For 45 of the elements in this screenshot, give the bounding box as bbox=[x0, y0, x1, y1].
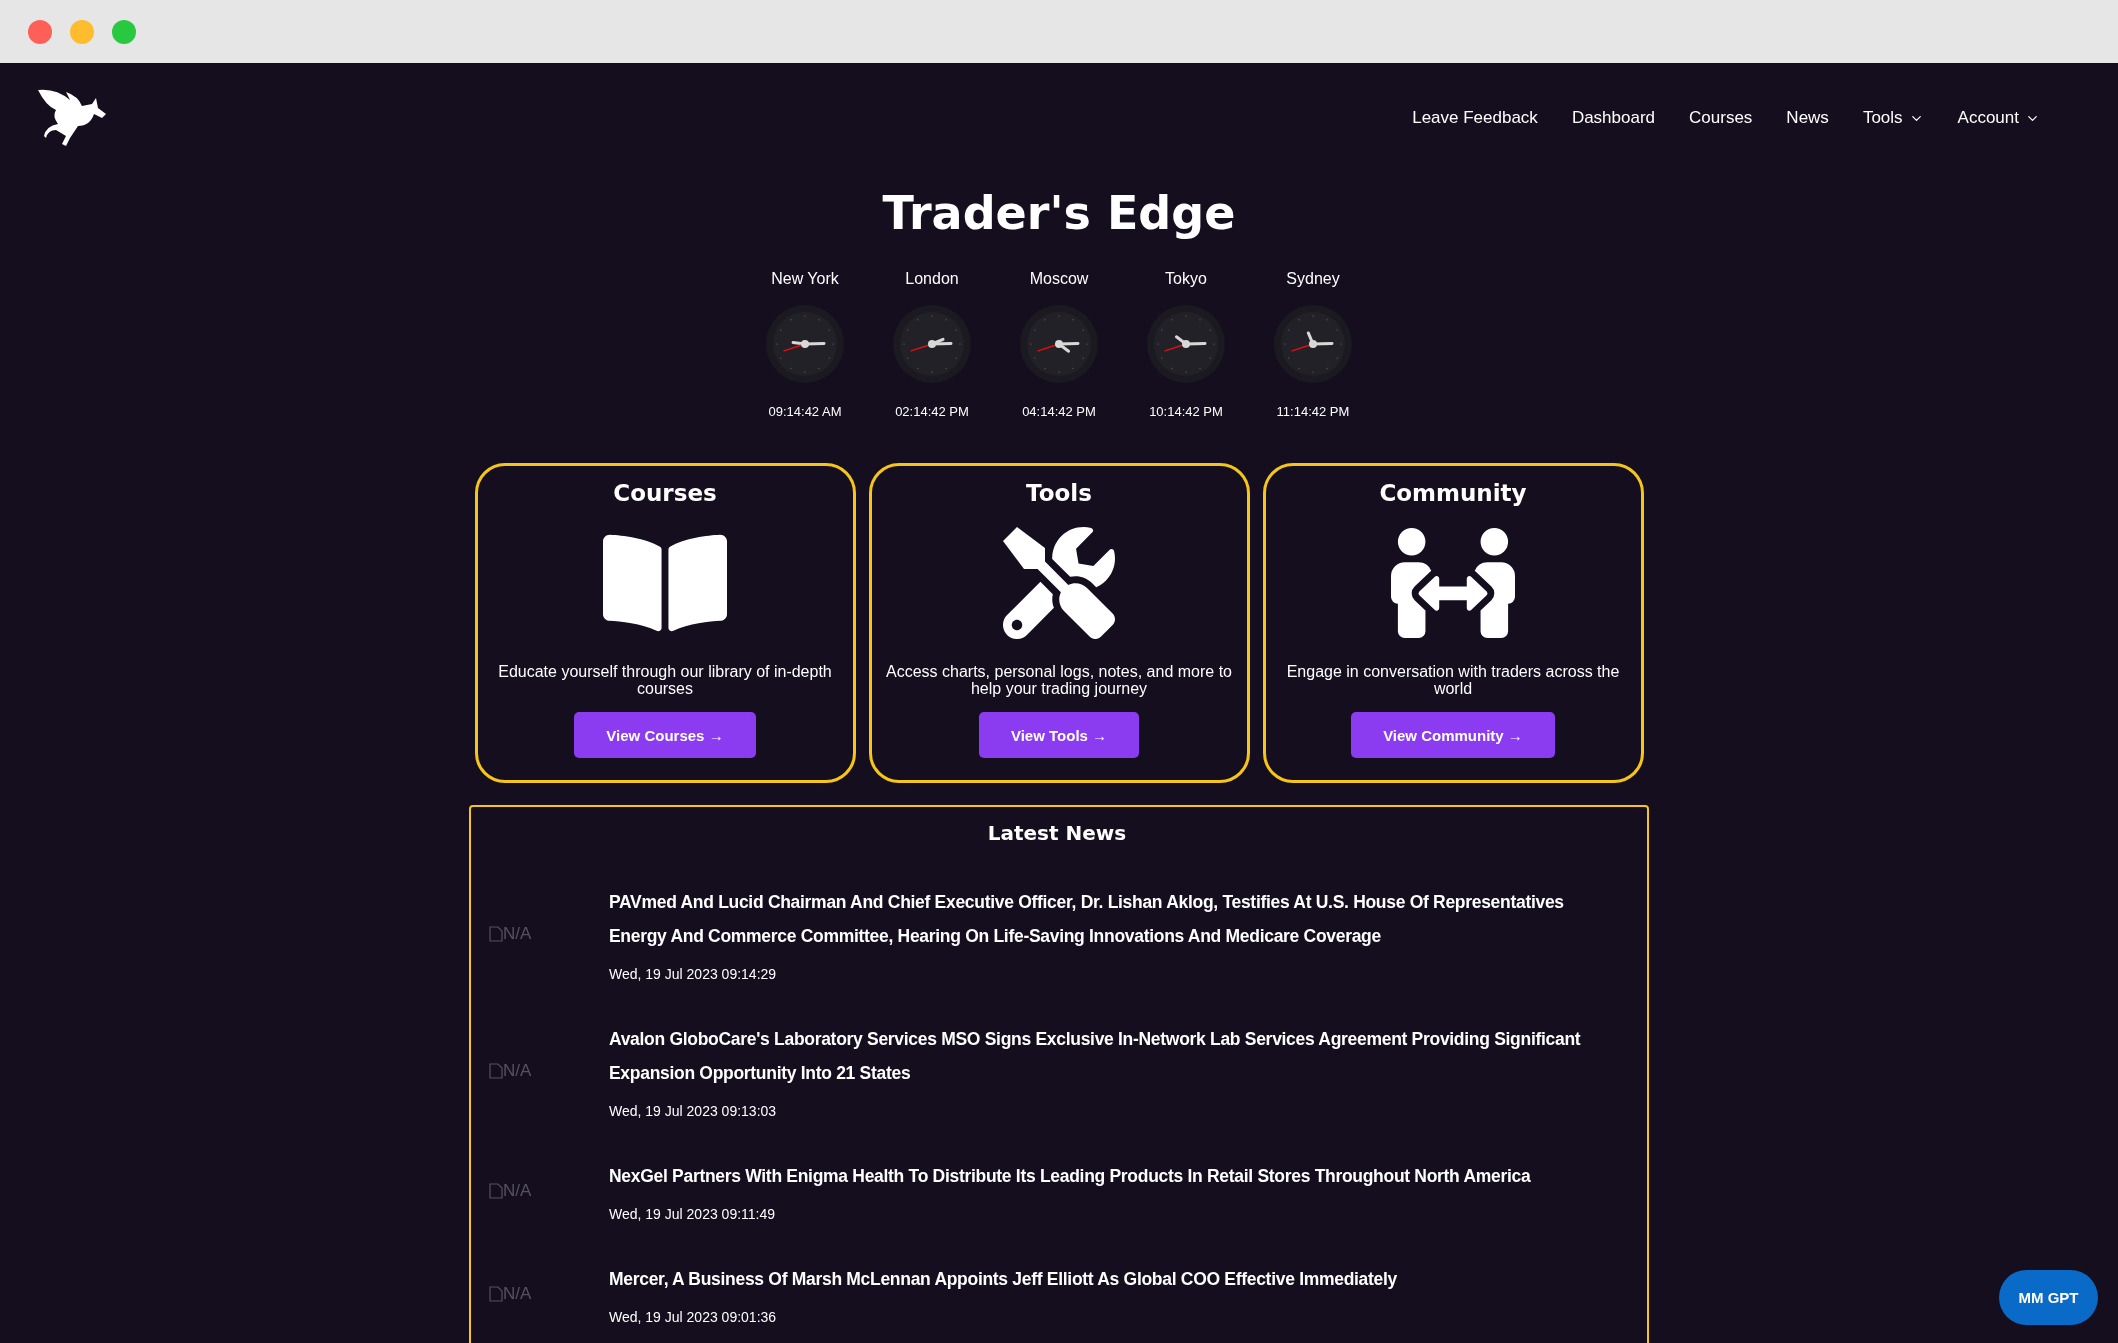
close-icon[interactable] bbox=[28, 19, 52, 44]
clock-time: 09:14:42 AM bbox=[768, 404, 842, 419]
maximize-icon[interactable] bbox=[112, 19, 136, 44]
nav-link[interactable]: Account bbox=[1957, 108, 2040, 128]
view-button[interactable]: View Courses → bbox=[574, 712, 756, 758]
nav-link[interactable]: Courses bbox=[1689, 108, 1753, 128]
news-headline[interactable]: NexGel Partners With Enigma Health To Distribute Its Leading Products In Retail Stores Throughout North America bbox=[609, 1159, 1531, 1193]
clock-time: 02:14:42 PM bbox=[895, 404, 969, 419]
broken-image: N/A bbox=[489, 923, 609, 944]
nav-link[interactable]: Tools bbox=[1862, 108, 1924, 128]
minimize-icon[interactable] bbox=[70, 19, 94, 44]
card-title: Community bbox=[1379, 480, 1527, 506]
card-title: Tools bbox=[1026, 480, 1092, 506]
people-arrows-icon bbox=[1391, 528, 1515, 638]
news-headline[interactable]: PAVmed And Lucid Chairman And Chief Executive Officer, Dr. Lishan Aklog, Testifies At U.S. House Of Representatives Energy And Commerce Committee, Hearing On Life-Saving Innovations And Medicare Coverage bbox=[609, 885, 1625, 953]
news-date: Wed, 19 Jul 2023 09:14:29 bbox=[609, 966, 778, 982]
broken-image: N/A bbox=[489, 1060, 609, 1081]
news-date: Wed, 19 Jul 2023 09:11:49 bbox=[609, 1206, 777, 1222]
card-title: Courses bbox=[613, 480, 717, 506]
city-label: Sydney bbox=[1286, 270, 1340, 288]
news-headline[interactable]: Avalon GloboCare's Laboratory Services MSO Signs Exclusive In-Network Lab Services Agreement Providing Significant Expansion Opportunity Into 21 States bbox=[609, 1022, 1625, 1090]
chat-button[interactable]: MM GPT bbox=[1999, 1270, 2098, 1325]
city-label: New York bbox=[771, 270, 839, 288]
broken-image: N/A bbox=[489, 1283, 609, 1304]
clock-time: 10:14:42 PM bbox=[1149, 404, 1223, 419]
news-date: Wed, 19 Jul 2023 09:01:36 bbox=[609, 1309, 778, 1325]
broken-image: N/A bbox=[489, 1180, 609, 1201]
city-label: Tokyo bbox=[1165, 270, 1207, 288]
nav-link[interactable]: Dashboard bbox=[1571, 108, 1656, 128]
wrench-screwdriver-icon bbox=[1003, 528, 1115, 638]
card-description: Access charts, personal logs, notes, and more to help your trading journey bbox=[885, 664, 1233, 699]
clock-time: 11:14:42 PM bbox=[1276, 404, 1350, 419]
clock-time: 04:14:42 PM bbox=[1022, 404, 1096, 419]
card-description: Educate yourself through our library of in-depth courses bbox=[497, 664, 833, 699]
city-label: London bbox=[905, 270, 959, 288]
nav-link[interactable]: Leave Feedback bbox=[1412, 108, 1538, 128]
nav-link[interactable]: News bbox=[1786, 108, 1829, 128]
view-button[interactable]: View Community → bbox=[1351, 712, 1555, 758]
news-title: Latest News bbox=[986, 821, 1128, 845]
news-date: Wed, 19 Jul 2023 09:13:03 bbox=[609, 1103, 778, 1119]
city-label: Moscow bbox=[1029, 270, 1089, 288]
view-button[interactable]: View Tools → bbox=[978, 712, 1140, 758]
card-description: Engage in conversation with traders across the world bbox=[1285, 664, 1621, 699]
news-headline[interactable]: Mercer, A Business Of Marsh McLennan Appoints Jeff Elliott As Global COO Effective Immediately bbox=[609, 1262, 1397, 1296]
page-title: Trader's Edge bbox=[881, 186, 1237, 240]
